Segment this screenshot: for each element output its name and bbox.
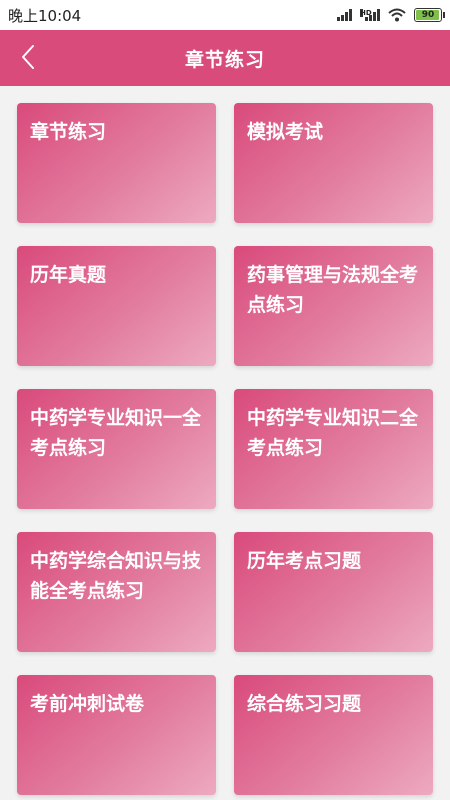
card-label: 历年真题 [30, 264, 107, 286]
card-pharmacy-law-practice[interactable]: 药事管理与法规全考点练习 [234, 246, 433, 366]
card-past-exams[interactable]: 历年真题 [17, 246, 216, 366]
card-label: 中药学专业知识一全考点练习 [30, 407, 202, 459]
card-final-sprint[interactable]: 考前冲刺试卷 [17, 675, 216, 795]
app-bar: 章节练习 [0, 30, 450, 86]
card-tcm-knowledge-two[interactable]: 中药学专业知识二全考点练习 [234, 389, 433, 509]
signal-icon: HD [360, 9, 380, 21]
card-chapter-practice[interactable]: 章节练习 [17, 103, 216, 223]
card-tcm-comprehensive[interactable]: 中药学综合知识与技能全考点练习 [17, 532, 216, 652]
network-label: HD [360, 9, 372, 17]
wifi-icon [388, 8, 406, 22]
status-icons: HD 90 [337, 8, 445, 22]
card-comprehensive-exercises[interactable]: 综合练习习题 [234, 675, 433, 795]
signal-icon [337, 9, 352, 21]
battery-icon: 90 [414, 8, 445, 22]
card-label: 模拟考试 [247, 121, 324, 143]
card-label: 综合练习习题 [247, 693, 362, 715]
page-title: 章节练习 [184, 48, 265, 71]
chevron-left-icon[interactable] [14, 42, 42, 72]
card-past-key-points[interactable]: 历年考点习题 [234, 532, 433, 652]
card-label: 药事管理与法规全考点练习 [247, 264, 419, 316]
card-label: 中药学专业知识二全考点练习 [247, 407, 419, 459]
status-time: 晚上10:04 [8, 6, 82, 25]
card-tcm-knowledge-one[interactable]: 中药学专业知识一全考点练习 [17, 389, 216, 509]
card-label: 中药学综合知识与技能全考点练习 [30, 550, 202, 602]
card-label: 章节练习 [30, 121, 107, 143]
card-label: 历年考点习题 [247, 550, 362, 572]
status-bar: 晚上10:04 HD 90 [0, 0, 450, 30]
card-label: 考前冲刺试卷 [30, 693, 145, 715]
card-mock-exam[interactable]: 模拟考试 [234, 103, 433, 223]
battery-level: 90 [421, 10, 435, 20]
practice-grid: 章节练习 模拟考试 历年真题 药事管理与法规全考点练习 中药学专业知识一全考点练… [17, 103, 433, 795]
